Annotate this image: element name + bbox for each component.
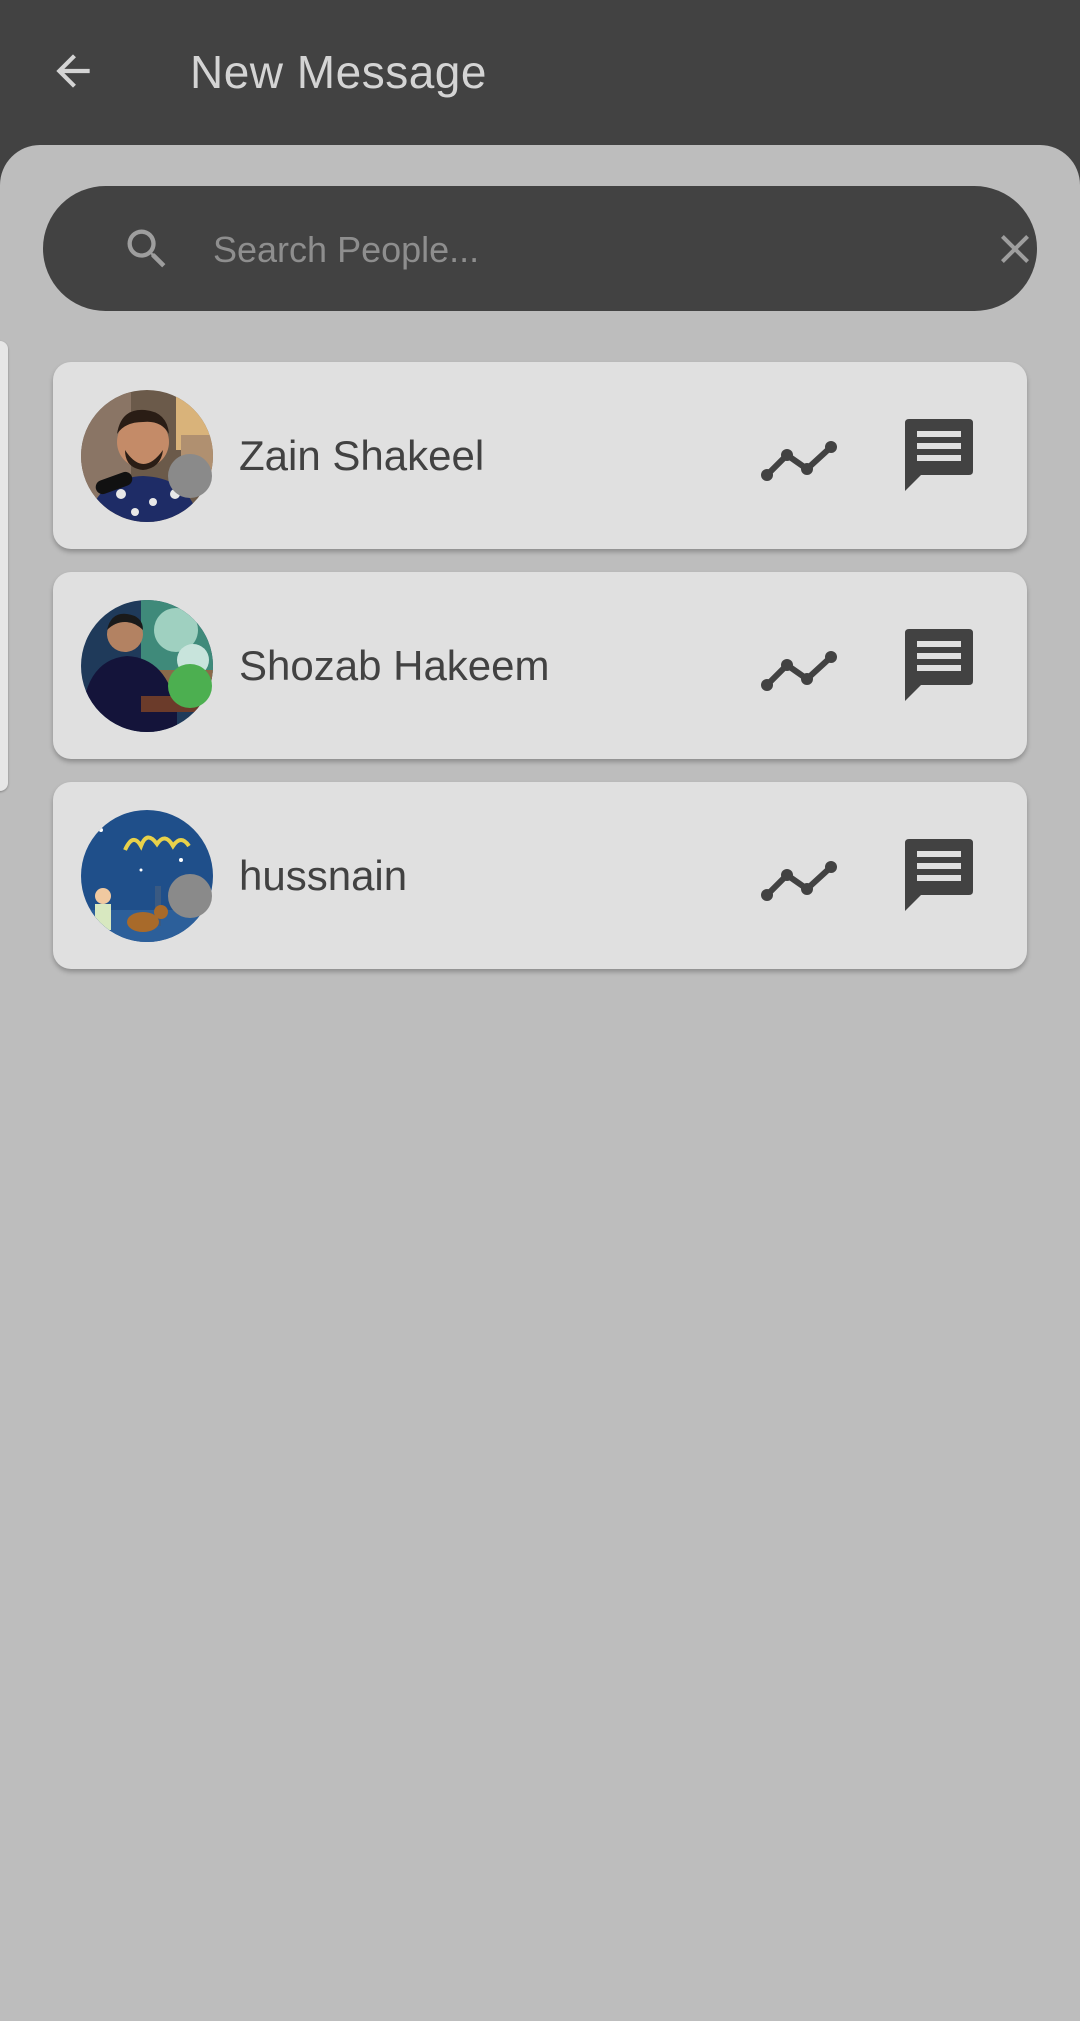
contact-name: Zain Shakeel [239,432,485,479]
contact-name: hussnain [239,852,408,899]
contact-card[interactable]: Shozab Hakeem [53,572,1027,759]
search-bar [43,186,1037,311]
arrow-left-icon [56,54,90,88]
activity-chart-icon[interactable] [757,625,843,705]
status-indicator-online [168,664,212,708]
side-drawer-handle[interactable] [0,341,8,791]
status-indicator-offline [168,874,212,918]
back-button[interactable] [40,38,106,104]
search-input[interactable] [211,211,955,288]
contact-card[interactable]: Zain Shakeel [53,362,1027,549]
message-icon[interactable] [901,625,977,705]
app-bar: New Message [0,0,1080,145]
page-title: New Message [190,46,487,98]
search-icon [127,229,166,268]
message-icon[interactable] [901,835,977,915]
activity-chart-icon[interactable] [757,835,843,915]
activity-chart-icon[interactable] [757,415,843,495]
message-icon[interactable] [901,415,977,495]
contact-card[interactable]: hussnain [53,782,1027,969]
status-indicator-offline [168,454,212,498]
contact-name: Shozab Hakeem [239,642,550,689]
close-icon[interactable] [991,225,1039,273]
